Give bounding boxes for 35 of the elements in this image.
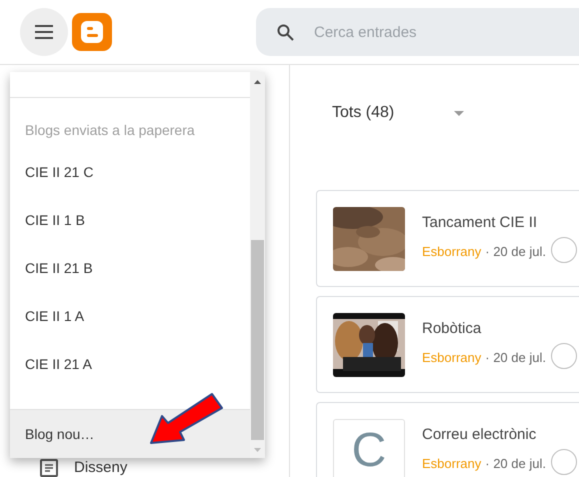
- dropdown-caret-icon[interactable]: [454, 110, 464, 116]
- status-label: Esborrany: [422, 350, 482, 366]
- sidebar-item[interactable]: Disseny: [74, 457, 128, 477]
- blog-item[interactable]: CIE II 21 A: [25, 354, 92, 374]
- blog-item[interactable]: CIE II 21 C: [25, 162, 94, 182]
- post-card[interactable]: C Correu electrònic Esborrany · 20 de jul.: [316, 402, 579, 477]
- scrollbar[interactable]: [250, 72, 265, 458]
- post-title: Tancament CIE II: [422, 214, 538, 232]
- post-date: · 20 de jul.: [485, 244, 546, 260]
- round-button[interactable]: [551, 237, 577, 263]
- status-label: Esborrany: [422, 244, 482, 260]
- menu-button[interactable]: [20, 8, 68, 56]
- post-date: · 20 de jul.: [485, 350, 546, 366]
- logo-icon: [72, 13, 112, 51]
- document-icon: [40, 459, 58, 477]
- post-card[interactable]: Tancament CIE II Esborrany · 20 de jul.: [316, 190, 579, 287]
- search-icon: [277, 24, 294, 41]
- new-blog-item[interactable]: Blog nou…: [10, 410, 250, 458]
- scroll-up-icon[interactable]: [254, 80, 261, 84]
- blog-item[interactable]: CIE II 1 A: [25, 306, 84, 326]
- scroll-down-icon[interactable]: [254, 448, 261, 452]
- letter-thumbnail: C: [333, 419, 405, 477]
- status-label: Esborrany: [422, 456, 482, 472]
- section-label: Blogs enviats a la paperera: [25, 121, 196, 140]
- post-date: · 20 de jul.: [485, 456, 546, 472]
- post-title: Correu electrònic: [422, 426, 538, 444]
- post-card[interactable]: Robòtica Esborrany · 20 de jul.: [316, 296, 579, 393]
- search-field[interactable]: Cerca entrades: [256, 8, 579, 56]
- menu-icon: [35, 25, 53, 39]
- round-button[interactable]: [551, 449, 577, 475]
- blog-item[interactable]: CIE II 1 B: [25, 210, 85, 230]
- filter-label[interactable]: Tots (48): [332, 101, 394, 125]
- blog-item[interactable]: CIE II 21 B: [25, 258, 93, 278]
- post-title: Robòtica: [422, 320, 482, 338]
- round-button[interactable]: [551, 343, 577, 369]
